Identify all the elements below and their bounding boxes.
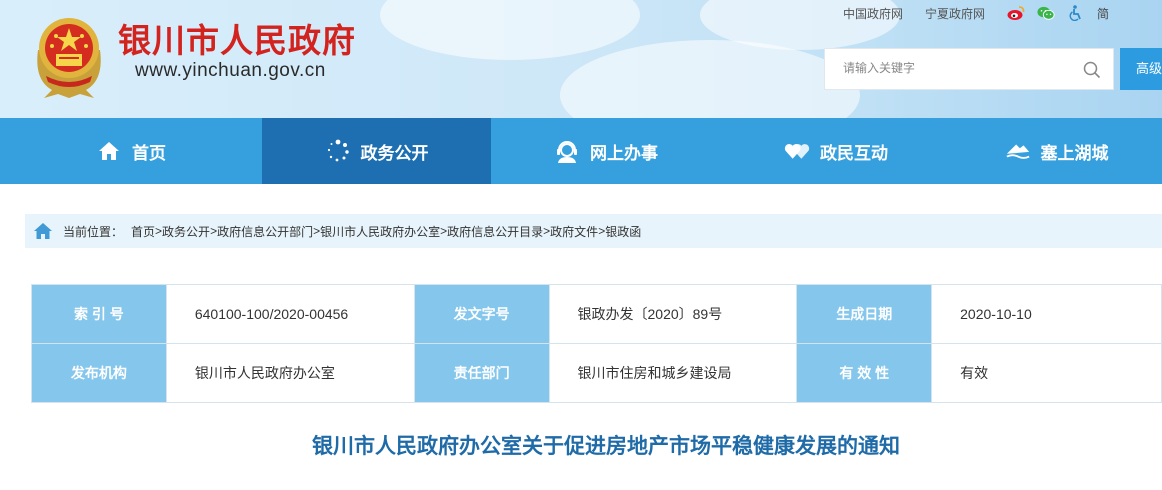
breadcrumb-separator: >: [543, 224, 551, 238]
national-emblem-icon[interactable]: [30, 10, 108, 100]
breadcrumb-prefix: 当前位置：: [63, 224, 124, 239]
nav-item-label: 首页: [132, 143, 166, 163]
site-url[interactable]: www.yinchuan.gov.cn: [135, 60, 326, 82]
site-name[interactable]: 银川市人民政府: [118, 14, 356, 62]
breadcrumb-separator: >: [598, 224, 606, 238]
dots-circle-icon: [325, 138, 351, 164]
nav-item-label: 政务公开: [360, 143, 429, 163]
service-person-icon: [554, 138, 580, 164]
nav-item-home[interactable]: 首页: [0, 118, 262, 184]
search-input[interactable]: [843, 61, 1073, 75]
nav-item-lake-city[interactable]: 塞上湖城: [951, 118, 1162, 184]
meta-value-created-date: 2020-10-10: [931, 284, 1162, 344]
document-title: 银川市人民政府办公室关于促进房地产市场平稳健康发展的通知: [312, 435, 900, 458]
meta-value-document-number: 银政办发〔2020〕89号: [548, 284, 798, 344]
site-header: 银川市人民政府 www.yinchuan.gov.cn 中国政府网 宁夏政府网: [0, 0, 1162, 118]
nav-item-label: 网上办事: [590, 143, 658, 163]
breadcrumb-item[interactable]: 政府文件: [550, 223, 598, 240]
nav-item-public-interaction[interactable]: 政民互动: [721, 118, 951, 184]
wechat-icon[interactable]: [1037, 5, 1055, 21]
breadcrumb-item[interactable]: 银政函: [605, 223, 641, 240]
breadcrumb-separator: >: [440, 224, 448, 238]
search-icon[interactable]: [1083, 61, 1101, 79]
breadcrumb-item[interactable]: 政府信息公开部门: [217, 223, 313, 240]
breadcrumb-item[interactable]: 首页: [131, 223, 155, 240]
table-row: 索 引 号 640100-100/2020-00456 发文字号 银政办发〔20…: [31, 284, 1162, 344]
meta-value-publisher: 银川市人民政府办公室: [165, 343, 415, 403]
header-cloud-decoration: [560, 40, 860, 118]
meta-key-index-number: 索 引 号: [31, 284, 167, 344]
breadcrumb: 当前位置： 首页 > 政务公开 > 政府信息公开部门 > 银川市人民政府办公室 > 政府…: [25, 214, 1162, 248]
breadcrumb-item[interactable]: 政务公开: [162, 223, 210, 240]
landscape-icon: [1005, 138, 1031, 164]
search-box: [824, 48, 1114, 90]
nav-item-government-affairs[interactable]: 政务公开: [262, 118, 491, 184]
nav-item-label: 政民互动: [820, 143, 888, 163]
breadcrumb-separator: >: [155, 224, 163, 238]
language-toggle[interactable]: 简: [1097, 5, 1109, 22]
home-icon: [96, 138, 122, 164]
meta-key-publisher: 发布机构: [31, 343, 167, 403]
nav-item-label: 塞上湖城: [1040, 143, 1109, 163]
meta-value-validity: 有效: [931, 343, 1162, 403]
breadcrumb-separator: >: [210, 224, 218, 238]
meta-key-validity: 有 效 性: [796, 343, 933, 403]
breadcrumb-item[interactable]: 银川市人民政府办公室: [320, 223, 440, 240]
advanced-search-button[interactable]: 高级: [1120, 48, 1162, 90]
document-meta-table: 索 引 号 640100-100/2020-00456 发文字号 银政办发〔20…: [31, 284, 1162, 403]
meta-key-document-number: 发文字号: [413, 284, 550, 344]
top-links: 中国政府网 宁夏政府网 简: [843, 4, 1109, 22]
meta-key-created-date: 生成日期: [796, 284, 933, 344]
nav-item-online-services[interactable]: 网上办事: [491, 118, 721, 184]
hearts-icon: [784, 138, 810, 164]
link-ningxia-gov[interactable]: 宁夏政府网: [925, 5, 985, 22]
breadcrumb-item[interactable]: 政府信息公开目录: [447, 223, 543, 240]
meta-value-responsible-dept: 银川市住房和城乡建设局: [548, 343, 798, 403]
accessibility-icon[interactable]: [1067, 5, 1085, 21]
link-china-gov[interactable]: 中国政府网: [843, 5, 903, 22]
weibo-icon[interactable]: [1007, 5, 1025, 21]
meta-key-responsible-dept: 责任部门: [413, 343, 550, 403]
main-nav: 首页 政务公开 网上办事 政民互动 塞上湖城: [0, 118, 1162, 184]
breadcrumb-separator: >: [313, 224, 321, 238]
header-cloud-decoration: [380, 0, 640, 60]
table-row: 发布机构 银川市人民政府办公室 责任部门 银川市住房和城乡建设局 有 效 性 有…: [31, 343, 1162, 403]
home-icon[interactable]: [33, 222, 53, 240]
meta-value-index-number: 640100-100/2020-00456: [165, 284, 415, 344]
